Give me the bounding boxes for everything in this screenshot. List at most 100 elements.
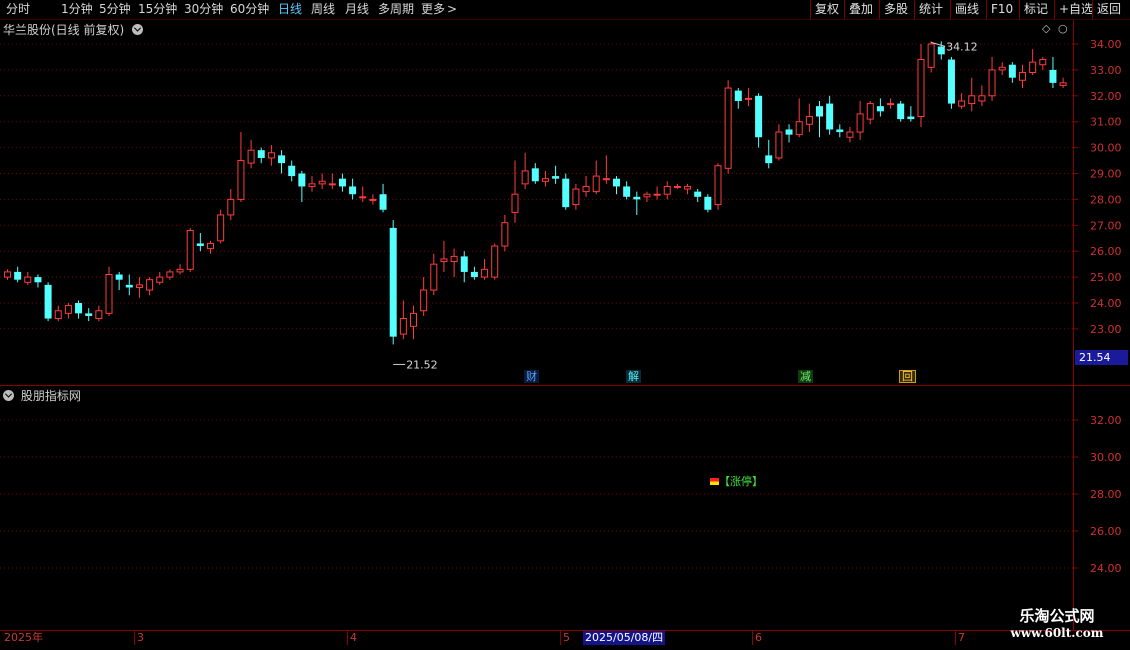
candle xyxy=(318,173,326,190)
candle-body-down xyxy=(937,46,945,55)
candle xyxy=(54,305,62,322)
period-tab-1min[interactable]: 1分钟 xyxy=(61,0,93,19)
candle-body-down xyxy=(34,277,42,283)
candle xyxy=(998,62,1006,76)
watermark-url: www.60lt.com xyxy=(1010,626,1104,640)
candle xyxy=(420,277,428,316)
event-marker-reduce[interactable]: 减 xyxy=(798,370,813,383)
period-tab-15min[interactable]: 15分钟 xyxy=(138,0,177,19)
more-periods-button[interactable]: 更多 > xyxy=(421,0,457,19)
candle-body-up xyxy=(998,66,1006,71)
candle xyxy=(207,240,214,254)
period-tab-weekly[interactable]: 周线 xyxy=(311,0,335,19)
candle xyxy=(34,274,42,288)
event-marker-finance[interactable]: 财 xyxy=(524,370,539,383)
event-marker-buyback[interactable]: 回 xyxy=(899,370,916,383)
candle xyxy=(734,88,742,109)
candle-body-up xyxy=(541,178,549,182)
price-tick-label: 32.00 xyxy=(1090,90,1122,103)
candle xyxy=(501,214,509,252)
candle-body-up xyxy=(643,193,651,198)
candlestick-chart[interactable]: 34.00 33.00 32.00 31.00 30.00 29.00 28.00 27.00… xyxy=(0,20,1130,385)
candle-body-up xyxy=(1059,82,1067,86)
candle-body-up xyxy=(805,116,813,125)
candle xyxy=(623,181,631,200)
main-grid xyxy=(0,43,1073,330)
price-tick-label: 33.00 xyxy=(1090,64,1122,77)
watermark: 乐淘公式网 www.60lt.com xyxy=(998,605,1116,640)
candle-body-down xyxy=(836,129,844,133)
candle-body-up xyxy=(399,318,407,335)
candle-body-down xyxy=(704,196,712,210)
candle xyxy=(217,209,225,244)
value-tick-label: 28.00 xyxy=(1090,488,1122,501)
candle xyxy=(1049,56,1057,89)
candle xyxy=(643,191,651,202)
candle-body-down xyxy=(196,243,204,247)
multi-stock-button[interactable]: 多股 xyxy=(879,0,912,19)
candle xyxy=(673,183,681,190)
price-tick-label: 28.00 xyxy=(1090,193,1122,206)
back-button[interactable]: 返回 xyxy=(1092,0,1125,19)
candle-body-up xyxy=(1039,59,1047,66)
statistics-button[interactable]: 统计 xyxy=(914,0,947,19)
candle-body-up xyxy=(267,152,275,159)
indicator-chart[interactable]: 32.00 30.00 28.00 26.00 24.00 xyxy=(0,386,1130,630)
candle-body-up xyxy=(491,245,499,278)
date-label-jun: 6 xyxy=(755,631,762,644)
period-tab-intraday[interactable]: 分时 xyxy=(6,0,30,19)
candle-body-up xyxy=(501,222,509,247)
candle-body-up xyxy=(369,198,377,201)
candle-body-down xyxy=(44,284,52,319)
candle-body-up xyxy=(602,178,610,181)
candle-body-down xyxy=(115,274,123,280)
price-tick-label: 25.00 xyxy=(1090,271,1122,284)
candle xyxy=(836,124,844,138)
candle-body-down xyxy=(785,129,793,135)
candle xyxy=(887,98,895,109)
period-tab-30min[interactable]: 30分钟 xyxy=(184,0,223,19)
candle-body-up xyxy=(328,183,336,186)
chevron-right-icon: > xyxy=(447,2,458,16)
f10-button[interactable]: F10 xyxy=(986,0,1017,19)
period-tab-multi[interactable]: 多周期 xyxy=(378,0,414,19)
candle-body-up xyxy=(95,310,103,320)
event-marker-unlock[interactable]: 解 xyxy=(626,370,641,383)
candle-body-down xyxy=(389,227,397,337)
period-tab-60min[interactable]: 60分钟 xyxy=(230,0,269,19)
period-tab-monthly[interactable]: 月线 xyxy=(345,0,369,19)
candle xyxy=(592,160,600,195)
candle xyxy=(552,165,560,184)
candle-body-down xyxy=(755,95,763,138)
candle-body-down xyxy=(338,178,346,187)
overlay-button[interactable]: 叠加 xyxy=(844,0,877,19)
candle-body-up xyxy=(673,185,681,188)
add-watchlist-button[interactable]: +自选 xyxy=(1054,0,1097,19)
mark-button[interactable]: 标记 xyxy=(1019,0,1052,19)
low-price-label: 21.52 xyxy=(406,358,438,371)
candle-body-down xyxy=(298,173,306,187)
candle xyxy=(298,170,306,202)
date-tick xyxy=(134,631,135,645)
candle xyxy=(653,186,661,200)
candle-body-up xyxy=(1029,61,1037,73)
candle xyxy=(1039,56,1047,70)
restore-rights-button[interactable]: 复权 xyxy=(810,0,843,19)
period-tab-daily[interactable]: 日线 xyxy=(278,0,302,19)
candle-body-up xyxy=(744,97,752,100)
period-tab-5min[interactable]: 5分钟 xyxy=(99,0,131,19)
candle xyxy=(562,173,570,210)
draw-line-button[interactable]: 画线 xyxy=(950,0,983,19)
candle xyxy=(156,271,164,285)
candle-body-up xyxy=(684,185,692,190)
candle-body-up xyxy=(714,165,722,206)
price-tick-label: 24.00 xyxy=(1090,297,1122,310)
price-tick-label: 31.00 xyxy=(1090,116,1122,129)
candle xyxy=(278,150,286,174)
candle-body-up xyxy=(521,170,529,185)
candle xyxy=(14,266,22,283)
candle xyxy=(1019,64,1026,89)
price-tick-label: 27.00 xyxy=(1090,219,1122,232)
candle xyxy=(684,183,692,195)
candle-body-up xyxy=(308,183,316,187)
